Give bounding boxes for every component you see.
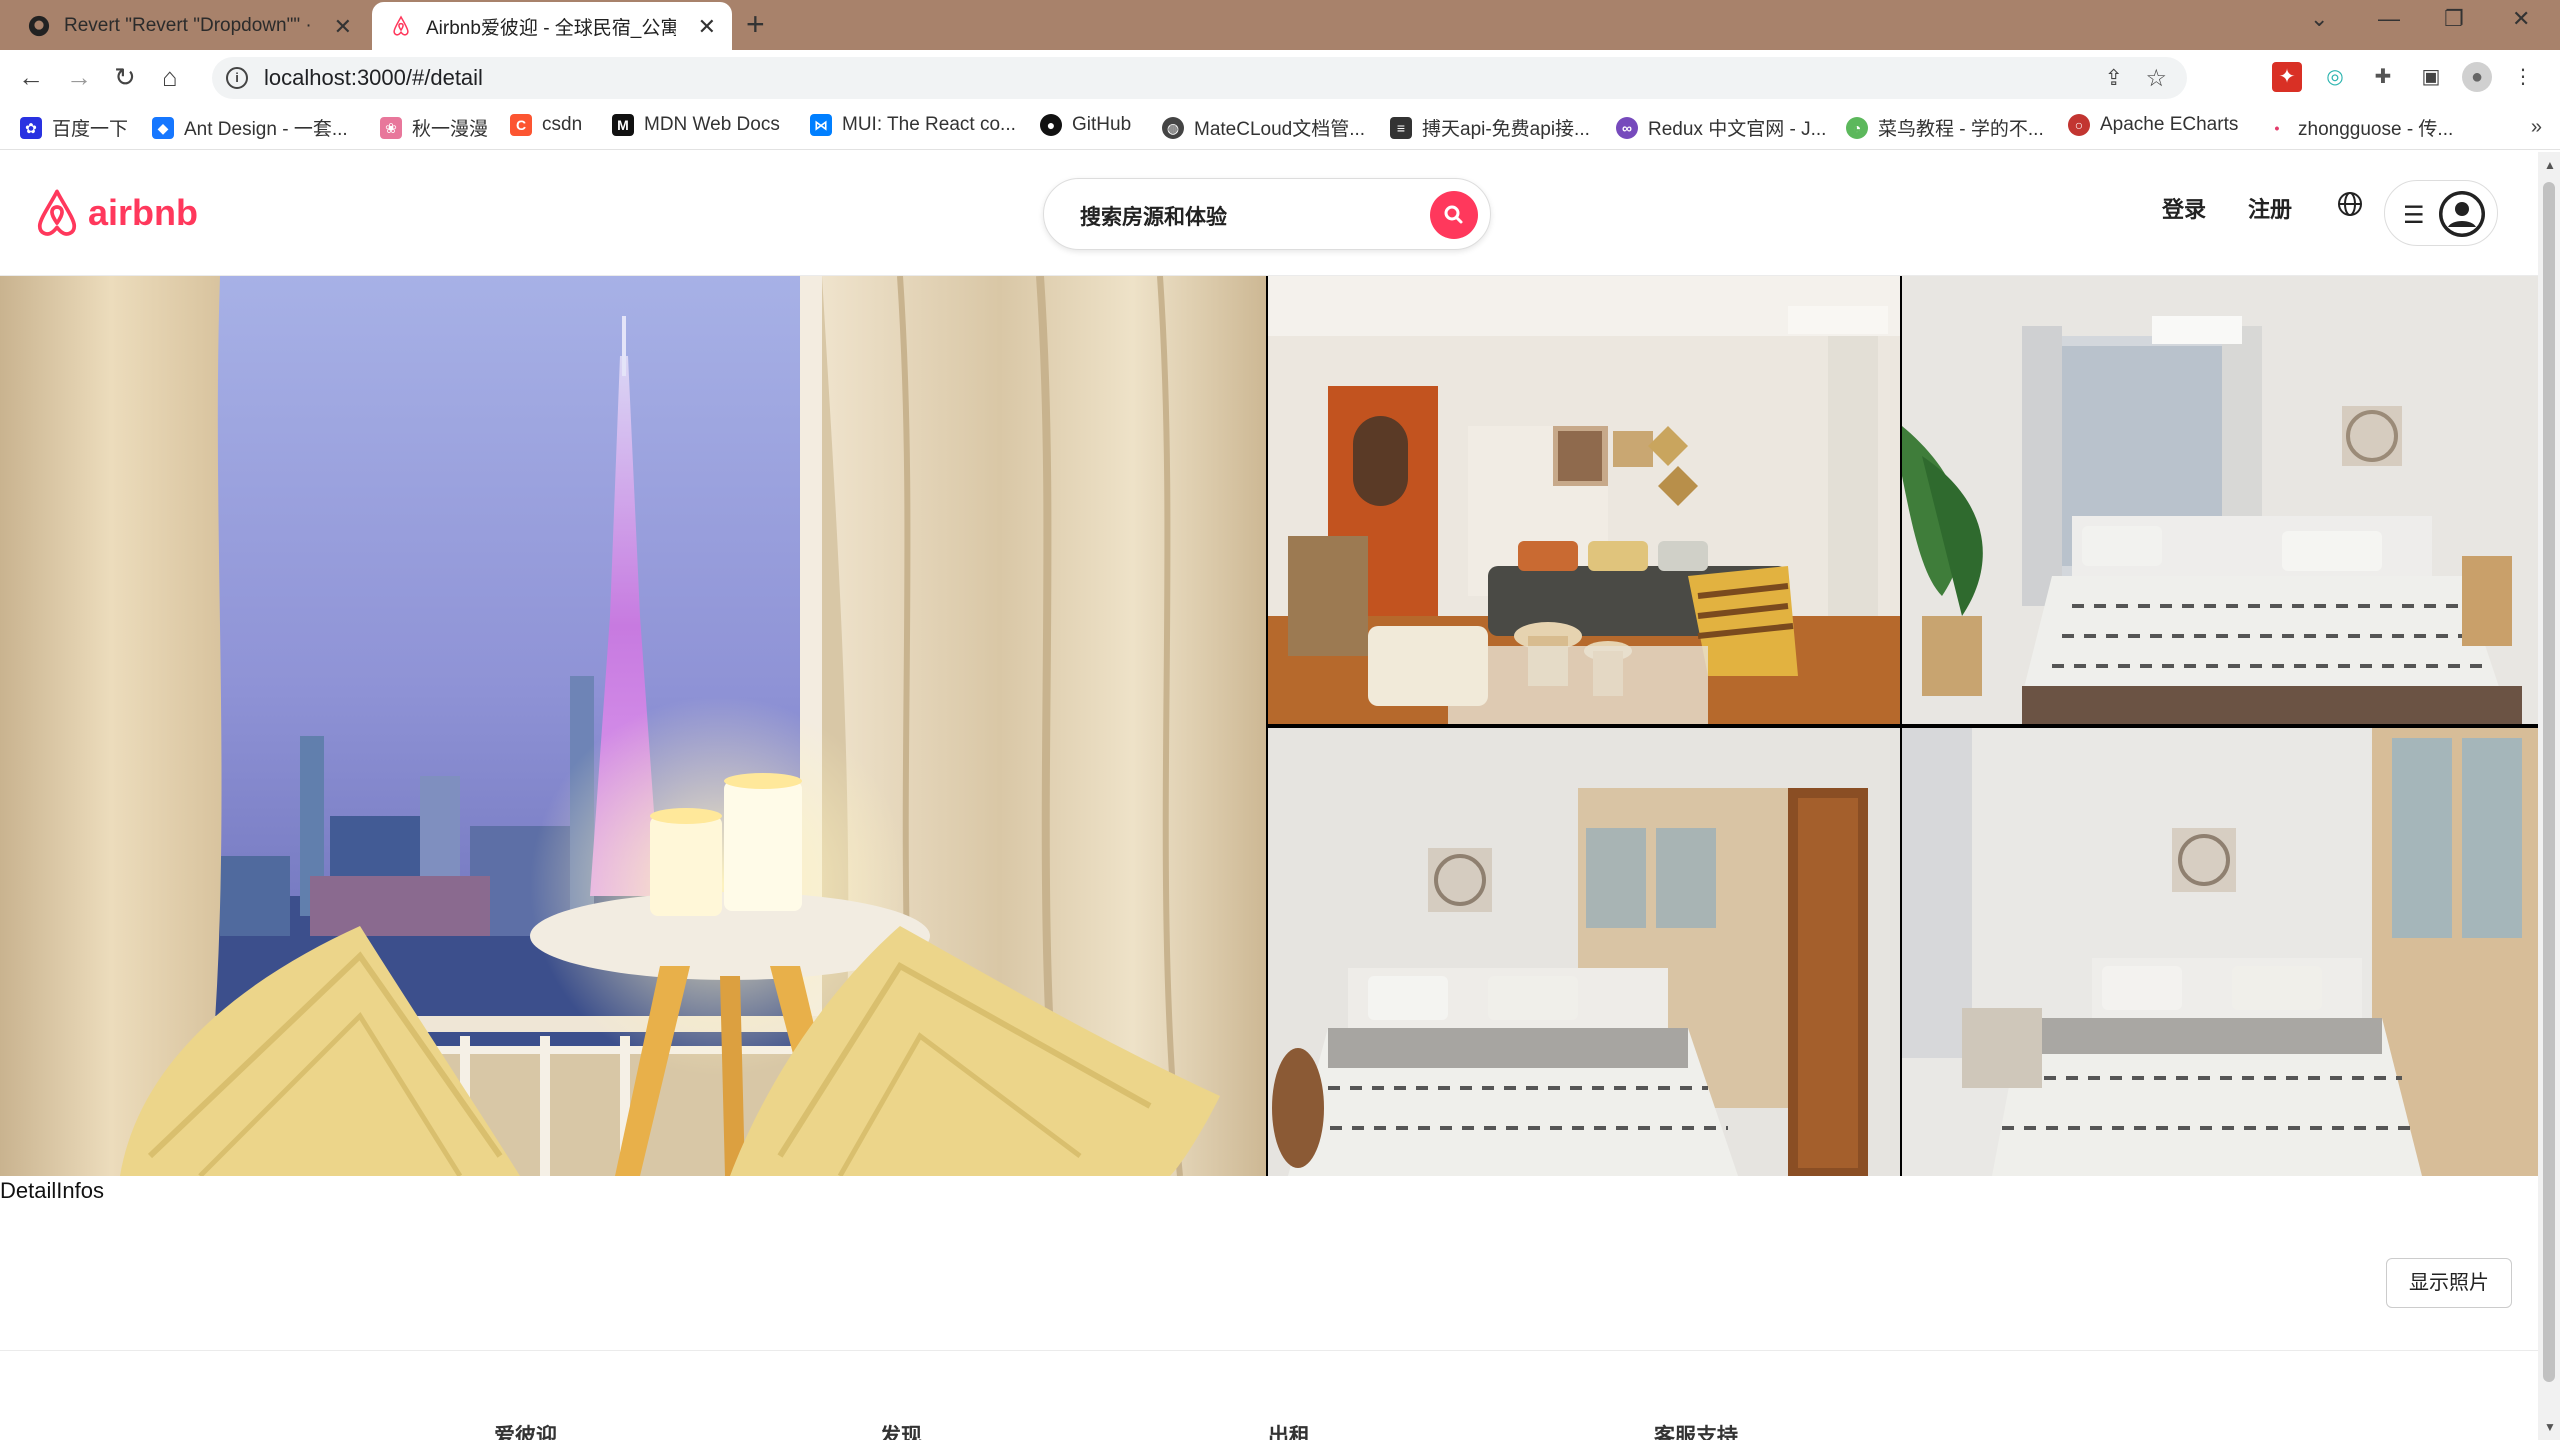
bookmark-runoob[interactable]: ◔ 菜鸟教程 - 学的不...	[1846, 114, 2044, 141]
main-photo[interactable]	[0, 276, 1266, 1176]
extensions-puzzle-icon[interactable]: ✚	[2368, 62, 2398, 92]
bookmarks-bar: ✿ 百度一下 ◆ Ant Design - 一套... ❀ 秋一漫漫 Ccsdn MM…	[0, 106, 2560, 150]
scroll-down-icon[interactable]: ▼	[2544, 1420, 2556, 1434]
close-window-icon[interactable]: ✕	[2512, 6, 2530, 32]
airbnb-logo[interactable]: airbnb	[34, 188, 198, 238]
github-icon: ●	[1040, 114, 1062, 136]
detail-infos-text: DetailInfos	[0, 1178, 104, 1203]
bookmark-botian-api[interactable]: ≡ 搏天api-免费api接...	[1390, 114, 1590, 141]
profile-menu-button[interactable]: ☰	[2384, 180, 2498, 246]
browser-toolbar: ← → ↻ ⌂ i localhost:3000/#/detail ⇪ ☆ ✦ …	[0, 50, 2560, 106]
bookmark-redux[interactable]: ∞ Redux 中文官网 - J...	[1616, 114, 1826, 141]
bookmark-mui[interactable]: ⋈ MUI: The React co...	[810, 114, 1016, 136]
site-header: airbnb 搜索房源和体验 登录 注册 ☰	[0, 152, 2538, 276]
language-globe-icon[interactable]	[2336, 190, 2364, 223]
living-room-photo[interactable]	[1268, 276, 1900, 724]
hamburger-menu-icon: ☰	[2403, 202, 2425, 229]
avatar-icon	[2439, 191, 2485, 237]
extension-swirl-icon[interactable]: ◎	[2320, 62, 2350, 92]
airbnb-icon	[393, 15, 409, 36]
profile-icon[interactable]: ●	[2462, 62, 2492, 92]
login-link[interactable]: 登录	[2162, 192, 2206, 224]
bedroom-photo-3[interactable]	[1902, 728, 2538, 1176]
footer-column-host: 出租	[1268, 1425, 1310, 1440]
search-placeholder: 搜索房源和体验	[1080, 206, 1227, 229]
side-panel-icon[interactable]: ▣	[2416, 62, 2446, 92]
bookmark-mdn[interactable]: M MDN Web Docs	[612, 114, 780, 136]
mdn-icon: M	[612, 114, 634, 136]
baidu-paw-icon: ✿	[20, 116, 42, 139]
github-icon	[28, 15, 50, 37]
search-icon	[1444, 205, 1463, 224]
footer-divider	[0, 1350, 2538, 1351]
site-info-icon[interactable]: i	[226, 67, 248, 89]
tab-airbnb[interactable]: Airbnb爱彼迎 - 全球民宿_公寓_ ✕	[372, 2, 732, 50]
share-icon[interactable]: ⇪	[2105, 65, 2123, 91]
tab-title: Revert "Revert "Dropdown"" ·	[64, 15, 312, 36]
show-photos-button[interactable]: 显示照片	[2386, 1258, 2512, 1308]
bookmark-star-icon[interactable]: ☆	[2145, 64, 2167, 93]
scrollbar-thumb[interactable]	[2543, 182, 2555, 1382]
tab-title: Airbnb爱彼迎 - 全球民宿_公寓_	[426, 17, 676, 39]
page-viewport: airbnb 搜索房源和体验 登录 注册 ☰ 显示照片 DetailInfos …	[0, 152, 2538, 1440]
photo-gallery	[0, 276, 2538, 1176]
minimize-icon[interactable]: —	[2378, 6, 2400, 32]
bookmark-matecloud[interactable]: ◍ MateCLoud文档管...	[1162, 114, 1365, 141]
footer-column-airbnb: 爱彼迎	[494, 1425, 557, 1440]
ant-design-icon: ◆	[152, 116, 174, 139]
csdn-icon: C	[510, 114, 532, 136]
search-bar[interactable]: 搜索房源和体验	[1043, 178, 1491, 250]
bookmark-github[interactable]: ● GitHub	[1040, 114, 1131, 136]
echarts-icon: ○	[2068, 114, 2090, 136]
address-bar[interactable]: i localhost:3000/#/detail ⇪ ☆	[212, 57, 2187, 99]
tab-github-revert[interactable]: Revert "Revert "Dropdown"" · ✕	[10, 2, 368, 50]
bookmark-zhongguose[interactable]: • zhongguose - 传...	[2266, 114, 2454, 141]
close-tab-icon[interactable]: ✕	[698, 14, 716, 40]
bookmarks-overflow-icon[interactable]: »	[2531, 116, 2542, 139]
api-icon: ≡	[1390, 116, 1412, 139]
forward-icon[interactable]: →	[66, 62, 92, 93]
airbnb-icon	[37, 189, 77, 236]
menu-kebab-icon[interactable]: ⋮	[2508, 62, 2538, 92]
reload-icon[interactable]: ↻	[114, 62, 136, 93]
redux-icon: ∞	[1616, 116, 1638, 139]
scroll-up-icon[interactable]: ▲	[2544, 158, 2556, 172]
close-tab-icon[interactable]: ✕	[334, 14, 352, 40]
url-text: localhost:3000/#/detail	[264, 65, 483, 90]
new-tab-icon[interactable]: +	[746, 6, 765, 43]
logo-text: airbnb	[88, 192, 199, 233]
tab-search-chevron-icon[interactable]: ⌄	[2310, 6, 2328, 32]
search-button[interactable]	[1430, 191, 1478, 239]
bedroom-photo-2[interactable]	[1268, 728, 1900, 1176]
register-link[interactable]: 注册	[2248, 192, 2292, 224]
bookmark-ant-design[interactable]: ◆ Ant Design - 一套...	[152, 114, 348, 141]
bookmark-baidu[interactable]: ✿ 百度一下	[20, 114, 128, 141]
red-dot-icon: •	[2274, 119, 2280, 136]
bookmark-qiuyi[interactable]: ❀ 秋一漫漫	[380, 114, 488, 141]
browser-tab-bar: Revert "Revert "Dropdown"" · ✕ Airbnb爱彼迎…	[0, 0, 2560, 50]
footer-column-discover: 发现	[880, 1425, 922, 1440]
bedroom-photo-1[interactable]	[1902, 276, 2538, 724]
restore-icon[interactable]: ❐	[2444, 6, 2464, 32]
runoob-icon: ◔	[1846, 116, 1868, 139]
back-icon[interactable]: ←	[18, 62, 44, 93]
flower-icon: ❀	[380, 116, 402, 139]
page-scrollbar[interactable]: ▲ ▼	[2538, 152, 2560, 1440]
bookmark-csdn[interactable]: Ccsdn	[510, 114, 582, 136]
globe-icon: ◍	[1162, 116, 1184, 139]
footer-column-support: 客服支持	[1654, 1425, 1738, 1440]
bookmark-echarts[interactable]: ○ Apache ECharts	[2068, 114, 2238, 136]
home-icon[interactable]: ⌂	[162, 62, 178, 93]
mui-icon: ⋈	[810, 114, 832, 136]
extension-red-icon[interactable]: ✦	[2272, 62, 2302, 92]
